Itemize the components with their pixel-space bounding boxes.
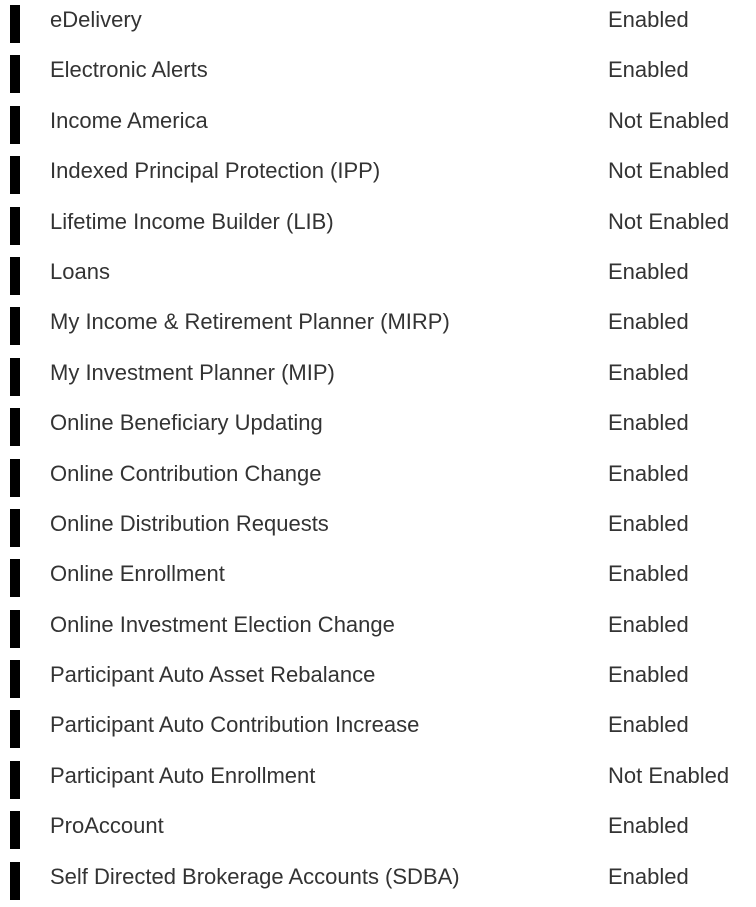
feature-name: Online Contribution Change bbox=[50, 460, 322, 486]
feature-status: Not Enabled bbox=[608, 107, 730, 133]
row-marker bbox=[10, 710, 20, 749]
row-marker bbox=[10, 307, 20, 346]
row-marker bbox=[10, 811, 20, 850]
feature-row: Online Enrollment Enabled bbox=[0, 554, 756, 604]
feature-status: Enabled bbox=[608, 57, 689, 83]
feature-name: ProAccount bbox=[50, 813, 164, 839]
feature-name: Electronic Alerts bbox=[50, 57, 208, 83]
row-marker bbox=[10, 609, 20, 648]
row-marker bbox=[10, 660, 20, 699]
feature-row: eDelivery Enabled bbox=[0, 0, 756, 50]
feature-row: Online Contribution Change Enabled bbox=[0, 454, 756, 504]
feature-list: eDelivery Enabled Electronic Alerts Enabled… bbox=[0, 0, 756, 907]
feature-status: Enabled bbox=[608, 258, 689, 284]
feature-status: Not Enabled bbox=[608, 762, 730, 788]
feature-name: Income America bbox=[50, 107, 208, 133]
feature-row: My Investment Planner (MIP) Enabled bbox=[0, 353, 756, 403]
feature-name: Participant Auto Enrollment bbox=[50, 762, 316, 788]
feature-status: Enabled bbox=[608, 712, 689, 738]
row-marker bbox=[10, 760, 20, 799]
feature-name: Lifetime Income Builder (LIB) bbox=[50, 208, 334, 234]
feature-row: Participant Auto Contribution Increase En… bbox=[0, 705, 756, 755]
feature-name: My Investment Planner (MIP) bbox=[50, 359, 335, 385]
row-marker bbox=[10, 105, 20, 144]
feature-status: Enabled bbox=[608, 359, 689, 385]
row-marker bbox=[10, 861, 20, 900]
feature-row: Self Directed Brokerage Accounts (SDBA) E… bbox=[0, 857, 756, 907]
feature-row: ProAccount Enabled bbox=[0, 806, 756, 856]
feature-name: My Income & Retirement Planner (MIRP) bbox=[50, 309, 450, 335]
row-marker bbox=[10, 458, 20, 497]
row-marker bbox=[10, 5, 20, 43]
row-marker bbox=[10, 55, 20, 94]
feature-name: Online Investment Election Change bbox=[50, 611, 395, 637]
feature-row: Indexed Principal Protection (IPP) Not En… bbox=[0, 151, 756, 201]
row-marker bbox=[10, 508, 20, 547]
feature-row: Online Beneficiary Updating Enabled bbox=[0, 403, 756, 453]
feature-row: Online Distribution Requests Enabled bbox=[0, 504, 756, 554]
row-marker bbox=[10, 156, 20, 195]
feature-name: Participant Auto Asset Rebalance bbox=[50, 662, 376, 688]
feature-row: My Income & Retirement Planner (MIRP) Ena… bbox=[0, 302, 756, 352]
feature-name: eDelivery bbox=[50, 7, 142, 32]
feature-status: Not Enabled bbox=[608, 158, 730, 184]
feature-status: Enabled bbox=[608, 309, 689, 335]
row-marker bbox=[10, 256, 20, 295]
feature-name: Participant Auto Contribution Increase bbox=[50, 712, 420, 738]
feature-name: Self Directed Brokerage Accounts (SDBA) bbox=[50, 863, 460, 889]
row-marker bbox=[10, 357, 20, 396]
feature-status: Enabled bbox=[608, 611, 689, 637]
row-marker bbox=[10, 559, 20, 598]
feature-status: Enabled bbox=[608, 7, 689, 32]
feature-row: Income America Not Enabled bbox=[0, 101, 756, 151]
feature-name: Online Enrollment bbox=[50, 561, 225, 587]
feature-name: Loans bbox=[50, 258, 110, 284]
feature-status: Enabled bbox=[608, 460, 689, 486]
feature-status: Enabled bbox=[608, 510, 689, 536]
feature-name: Indexed Principal Protection (IPP) bbox=[50, 158, 381, 184]
feature-row: Electronic Alerts Enabled bbox=[0, 50, 756, 100]
feature-status: Enabled bbox=[608, 662, 689, 688]
feature-row: Loans Enabled bbox=[0, 252, 756, 302]
feature-status: Enabled bbox=[608, 863, 689, 889]
row-marker bbox=[10, 206, 20, 245]
feature-status: Not Enabled bbox=[608, 208, 730, 234]
row-marker bbox=[10, 408, 20, 447]
feature-row: Online Investment Election Change Enabled bbox=[0, 605, 756, 655]
feature-status: Enabled bbox=[608, 561, 689, 587]
feature-name: Online Distribution Requests bbox=[50, 510, 329, 536]
feature-name: Online Beneficiary Updating bbox=[50, 410, 323, 436]
feature-row: Participant Auto Enrollment Not Enabled bbox=[0, 756, 756, 806]
feature-row: Lifetime Income Builder (LIB) Not Enabled bbox=[0, 202, 756, 252]
feature-status: Enabled bbox=[608, 410, 689, 436]
feature-status: Enabled bbox=[608, 813, 689, 839]
feature-row: Participant Auto Asset Rebalance Enabled bbox=[0, 655, 756, 705]
